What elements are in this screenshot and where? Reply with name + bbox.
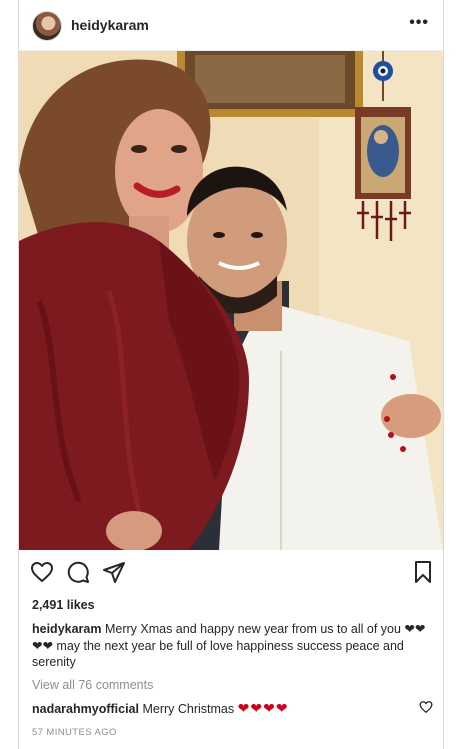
comment-icon[interactable] bbox=[66, 560, 90, 584]
post-photo[interactable] bbox=[19, 51, 443, 550]
caption-username[interactable]: heidykaram bbox=[32, 622, 101, 636]
post-actions-bar bbox=[19, 556, 443, 590]
comment-item: nadarahmyofficial Merry Christmas ❤❤❤❤ bbox=[32, 700, 442, 717]
post-card: heidykaram ••• 2,491 likes heidykaram Me… bbox=[18, 0, 444, 749]
post-header: heidykaram ••• bbox=[19, 0, 443, 51]
heart-icon[interactable] bbox=[30, 560, 54, 584]
post-timestamp: 57 MINUTES AGO bbox=[32, 727, 117, 738]
post-caption: heidykaram Merry Xmas and happy new year… bbox=[32, 621, 427, 671]
post-username[interactable]: heidykaram bbox=[71, 17, 149, 33]
comment-username[interactable]: nadarahmyofficial bbox=[32, 702, 139, 716]
comment-text: Merry Christmas bbox=[142, 702, 235, 716]
bookmark-icon[interactable] bbox=[411, 560, 435, 584]
view-all-comments-link[interactable]: View all 76 comments bbox=[32, 678, 153, 692]
avatar[interactable] bbox=[32, 11, 62, 41]
photo-illustration bbox=[19, 51, 443, 550]
more-options-icon[interactable]: ••• bbox=[409, 14, 429, 32]
small-heart-icon[interactable] bbox=[419, 700, 433, 714]
share-icon[interactable] bbox=[102, 560, 126, 584]
comment-hearts: ❤❤❤❤ bbox=[237, 700, 289, 716]
likes-count[interactable]: 2,491 likes bbox=[32, 598, 95, 612]
